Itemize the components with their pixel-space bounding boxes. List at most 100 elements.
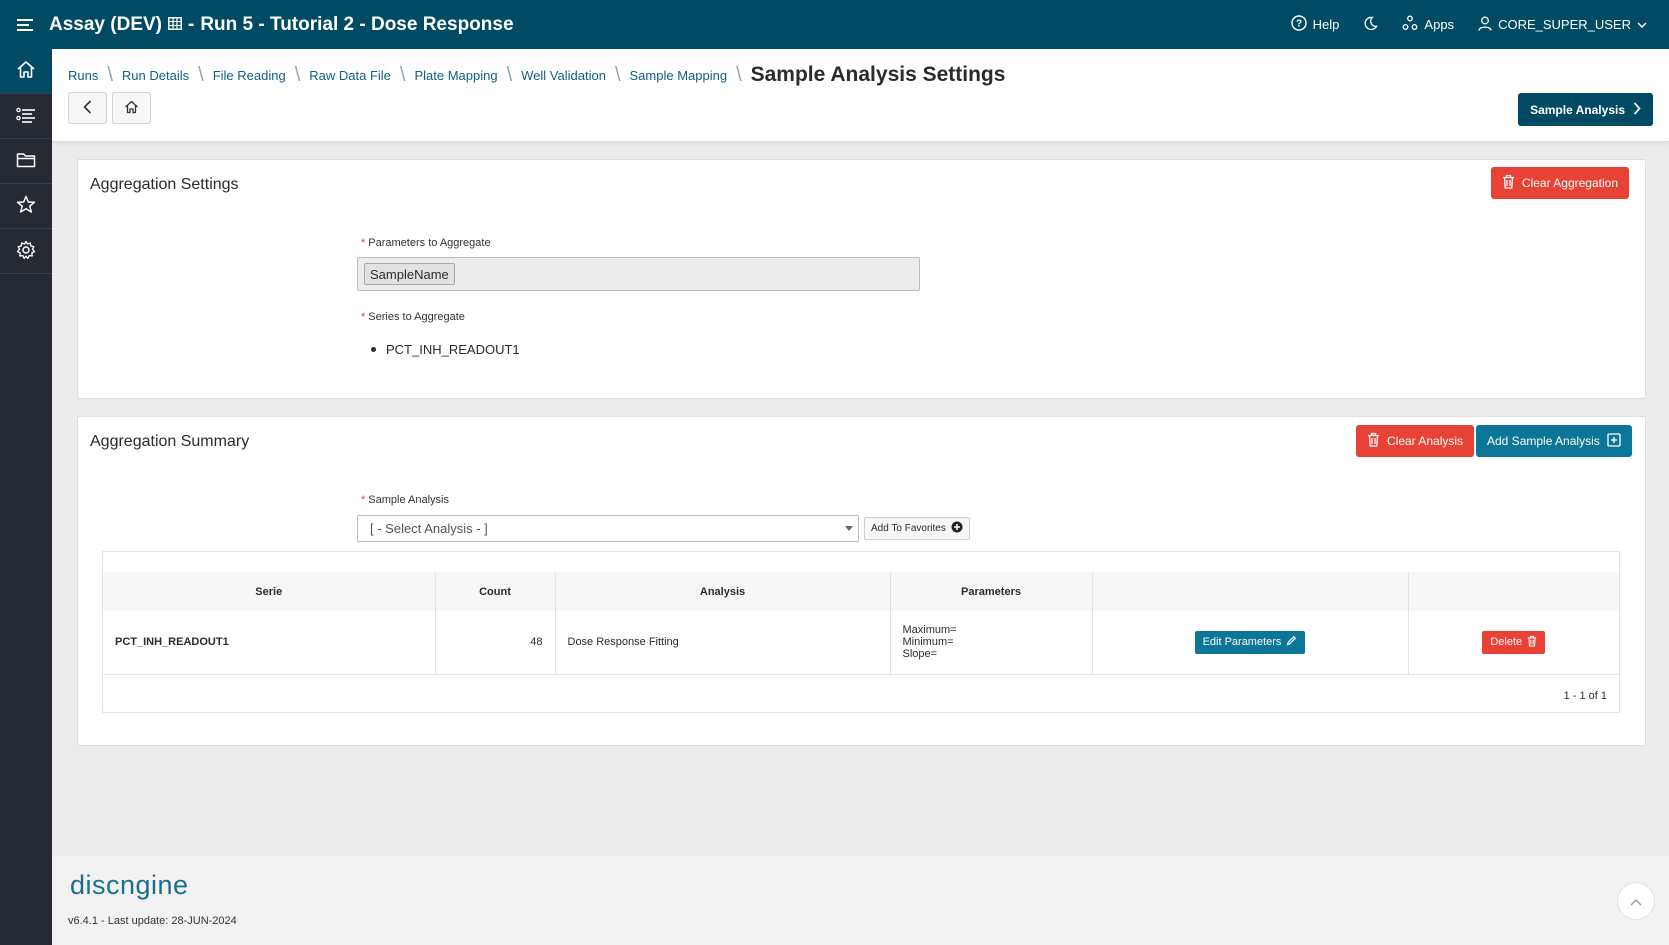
nav-runs-list[interactable] (0, 94, 52, 139)
table-header-row: Serie Count Analysis Parameters (103, 572, 1619, 611)
breadcrumb-runs[interactable]: Runs (68, 68, 98, 83)
caret-down-icon (845, 526, 853, 531)
title-dash: - (188, 13, 195, 35)
breadcrumb-separator: \ (399, 63, 406, 86)
home-icon (16, 60, 36, 82)
home-icon (124, 100, 139, 117)
nav-favorites[interactable] (0, 184, 52, 229)
edit-parameters-label: Edit Parameters (1202, 636, 1282, 649)
dark-mode-toggle[interactable] (1363, 16, 1379, 34)
sample-analysis-select[interactable]: [ - Select Analysis - ] (357, 515, 859, 542)
parameter-maximum: Maximum= (902, 624, 957, 637)
plus-circle-icon (951, 521, 963, 536)
breadcrumb-separator: \ (614, 63, 621, 86)
chevron-down-icon (1637, 17, 1647, 32)
scroll-to-top-button[interactable] (1617, 882, 1655, 920)
breadcrumb-raw-data-file[interactable]: Raw Data File (309, 68, 391, 83)
cell-edit: Edit Parameters (1092, 611, 1409, 674)
parameters-to-aggregate-field[interactable]: SampleName (357, 257, 920, 291)
card-title: Aggregation Settings (90, 176, 239, 193)
grid-icon (168, 14, 182, 36)
series-list: PCT_INH_READOUT1 (371, 342, 520, 357)
parameter-slope: Slope= (902, 648, 938, 661)
menu-icon[interactable] (0, 0, 49, 49)
breadcrumb-separator: \ (198, 63, 204, 86)
breadcrumb-run-details[interactable]: Run Details (122, 68, 189, 83)
user-name: CORE_SUPER_USER (1498, 17, 1631, 32)
breadcrumb-separator: \ (107, 63, 113, 86)
trash-icon (1502, 174, 1515, 192)
apps-label: Apps (1424, 17, 1455, 32)
column-header-serie[interactable]: Serie (103, 572, 436, 611)
add-to-favorites-button[interactable]: Add To Favorites (864, 517, 970, 540)
clear-analysis-button[interactable]: Clear Analysis (1356, 425, 1475, 457)
cell-parameters: Maximum= Minimum= Slope= (890, 611, 1093, 674)
cell-serie: PCT_INH_READOUT1 (103, 611, 436, 674)
help-icon: ? (1290, 15, 1307, 34)
nav-home[interactable] (0, 49, 52, 94)
delete-label: Delete (1490, 636, 1523, 649)
chevron-right-icon (1633, 101, 1641, 118)
trash-icon (1527, 635, 1537, 650)
chevron-left-icon (83, 99, 92, 117)
cell-analysis: Dose Response Fitting (555, 611, 891, 674)
column-header-delete (1408, 572, 1619, 611)
top-bar: Assay (DEV) - Run 5 - Tutorial 2 - Dose … (0, 0, 1669, 49)
app-title[interactable]: Assay (DEV) - Run 5 - Tutorial 2 - Dose … (49, 14, 514, 36)
breadcrumb-separator: \ (506, 63, 513, 86)
svg-text:?: ? (1296, 19, 1302, 30)
apps-button[interactable]: Apps (1402, 15, 1454, 34)
breadcrumb-plate-mapping[interactable]: Plate Mapping (414, 68, 497, 83)
aggregation-settings-card: Aggregation Settings Clear Aggregation *… (77, 159, 1646, 399)
trash-icon (1367, 432, 1380, 450)
column-header-edit (1092, 572, 1409, 611)
pagination: 1 - 1 of 1 (1563, 690, 1607, 702)
nav-settings[interactable] (0, 229, 52, 274)
footer: discngine v6.4.1 - Last update: 28-JUN-2… (52, 856, 1669, 945)
cell-count: 48 (435, 611, 556, 674)
list-icon (16, 107, 36, 126)
back-button[interactable] (68, 92, 107, 124)
breadcrumb-well-validation[interactable]: Well Validation (521, 68, 606, 83)
help-label: Help (1312, 17, 1340, 32)
column-header-analysis[interactable]: Analysis (555, 572, 891, 611)
parameters-label: * Parameters to Aggregate (361, 237, 491, 249)
apps-icon (1402, 15, 1418, 34)
pencil-icon (1286, 635, 1297, 649)
select-value: [ - Select Analysis - ] (370, 521, 488, 536)
series-label: * Series to Aggregate (361, 311, 465, 323)
add-sample-analysis-button[interactable]: Add Sample Analysis (1476, 425, 1632, 457)
clear-aggregation-button[interactable]: Clear Aggregation (1490, 167, 1629, 199)
clear-aggregation-label: Clear Aggregation (1521, 176, 1618, 190)
user-menu[interactable]: CORE_SUPER_USER (1478, 16, 1647, 34)
breadcrumb-sample-mapping[interactable]: Sample Mapping (630, 68, 728, 83)
breadcrumb-bar: Runs \ Run Details \ File Reading \ Raw … (52, 49, 1669, 142)
app-name: Assay (DEV) (49, 13, 162, 35)
clear-analysis-label: Clear Analysis (1387, 434, 1464, 448)
sample-analysis-next-button[interactable]: Sample Analysis (1518, 93, 1653, 126)
chevron-up-icon (1630, 894, 1642, 909)
column-header-count[interactable]: Count (435, 572, 556, 611)
edit-parameters-button[interactable]: Edit Parameters (1194, 630, 1306, 654)
next-button-label: Sample Analysis (1530, 102, 1625, 117)
aggregation-table: Serie Count Analysis Parameters PCT_INH_… (103, 572, 1619, 675)
bullet (371, 347, 376, 352)
delete-button[interactable]: Delete (1482, 630, 1546, 654)
user-icon (1478, 16, 1492, 34)
add-to-favorites-label: Add To Favorites (871, 523, 946, 534)
breadcrumb-file-reading[interactable]: File Reading (213, 68, 286, 83)
series-item: PCT_INH_READOUT1 (386, 342, 520, 357)
breadcrumb-separator: \ (294, 63, 301, 86)
column-header-parameters[interactable]: Parameters (890, 572, 1093, 611)
aggregation-summary-card: Aggregation Summary Clear Analysis Add S… (77, 416, 1646, 746)
breadcrumb-current: Sample Analysis Settings (750, 63, 1006, 86)
nav-folders[interactable] (0, 139, 52, 184)
home-button[interactable] (112, 92, 151, 124)
moon-icon (1363, 16, 1379, 34)
page-title: Run 5 - Tutorial 2 - Dose Response (200, 13, 514, 35)
help-button[interactable]: ? Help (1290, 15, 1340, 34)
table-row: PCT_INH_READOUT1 48 Dose Response Fittin… (103, 611, 1619, 674)
parameter-minimum: Minimum= (902, 636, 954, 649)
parameter-chip[interactable]: SampleName (364, 263, 455, 285)
card-title: Aggregation Summary (90, 433, 250, 450)
